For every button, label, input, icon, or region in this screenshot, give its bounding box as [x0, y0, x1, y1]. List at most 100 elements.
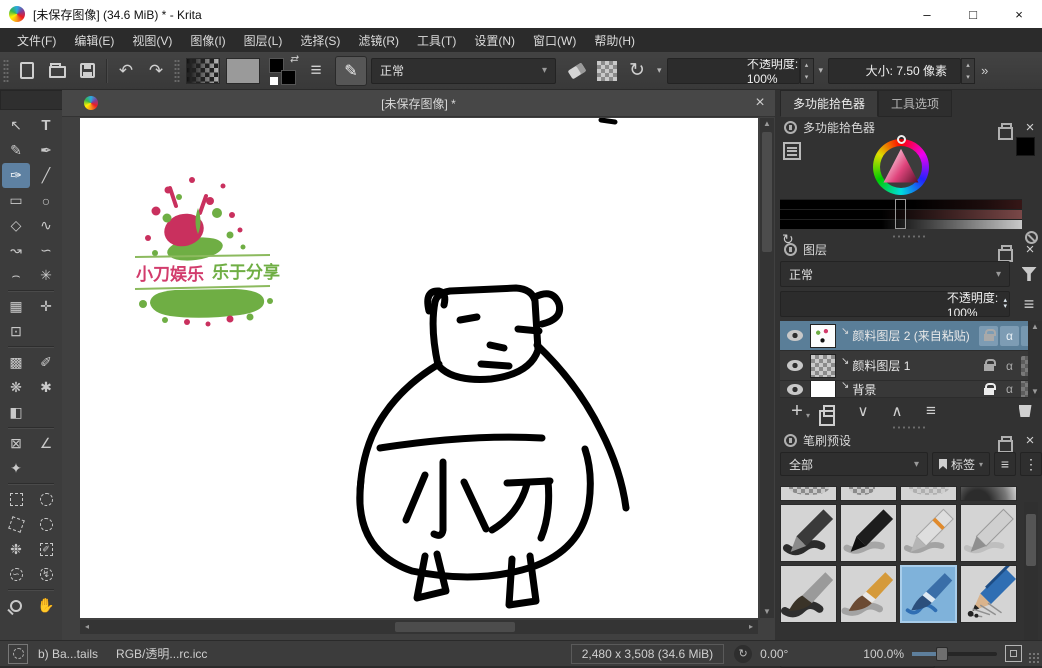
menu-tools[interactable]: 工具(T): [408, 28, 465, 52]
canvas-vertical-scrollbar[interactable]: ▲ ▼: [760, 118, 774, 618]
layer-name[interactable]: 背景: [852, 381, 979, 398]
alpha-lock-icon[interactable]: α: [1000, 326, 1019, 346]
brush-preset-marker-black[interactable]: [840, 504, 897, 562]
spin-up-icon[interactable]: ▴: [962, 59, 974, 71]
brush-preset-pen-silver[interactable]: [960, 504, 1017, 562]
preserve-alpha-button[interactable]: [592, 56, 622, 86]
selection-display-button[interactable]: [8, 644, 28, 664]
tool-bezier-select[interactable]: ∽: [2, 562, 30, 587]
tool-pattern-edit[interactable]: ❋: [2, 375, 30, 400]
canvas-rotation-icon[interactable]: ↻: [734, 645, 752, 663]
menu-edit[interactable]: 编辑(E): [65, 28, 123, 52]
menu-image[interactable]: 图像(I): [181, 28, 234, 52]
color-wheel[interactable]: [873, 139, 929, 195]
close-button[interactable]: ×: [996, 0, 1042, 28]
tool-smart-patch[interactable]: ✱: [32, 375, 60, 400]
brush-preset-ink-pen-dark[interactable]: [780, 504, 837, 562]
tool-transform[interactable]: ▦: [2, 294, 30, 319]
presets-menu-button[interactable]: ≡: [994, 452, 1016, 476]
tool-gradient[interactable]: ▩: [2, 350, 30, 375]
brush-size-slider[interactable]: 大小: 7.50 像素: [828, 58, 961, 84]
scroll-down-arrow[interactable]: ▼: [760, 606, 774, 618]
tag-button[interactable]: 标签 ▾: [932, 452, 990, 476]
delete-layer-button[interactable]: [1012, 398, 1038, 424]
tool-rect-select[interactable]: [2, 487, 30, 512]
move-layer-down-button[interactable]: ∨: [850, 398, 876, 424]
spin-down-icon[interactable]: ▾: [801, 71, 813, 83]
tool-fill[interactable]: ◧: [2, 400, 30, 425]
tool-ellipse[interactable]: ○: [32, 188, 60, 213]
scroll-up-arrow[interactable]: ▲: [1028, 321, 1042, 333]
maximize-button[interactable]: □: [950, 0, 996, 28]
inherit-alpha-icon[interactable]: [979, 356, 998, 376]
close-docker-icon[interactable]: ×: [1022, 119, 1038, 136]
tool-edit-shapes[interactable]: ✎: [2, 138, 30, 163]
layer-name[interactable]: 颜料图层 2 (来自粘贴): [852, 327, 979, 344]
spin-down-icon[interactable]: ▾: [962, 71, 974, 83]
canvas[interactable]: 小刀娱乐 乐于分享: [80, 118, 758, 618]
canvas-angle-value[interactable]: 0.00°: [760, 647, 788, 661]
undo-button[interactable]: ↶: [111, 56, 141, 86]
tool-multibrush[interactable]: ✳: [32, 263, 60, 288]
layer-filter-button[interactable]: [1016, 267, 1042, 281]
tool-polyline[interactable]: ∿: [32, 213, 60, 238]
new-document-button[interactable]: [12, 56, 42, 86]
brush-preset-eraser[interactable]: [840, 486, 897, 501]
layer-thumbnail[interactable]: [810, 381, 836, 398]
scroll-down-arrow[interactable]: ▼: [1028, 386, 1042, 398]
brush-preset-pen-silver-orange[interactable]: [900, 504, 957, 562]
inherit-alpha-icon[interactable]: [979, 326, 998, 346]
tool-contiguous-select[interactable]: ❉: [2, 537, 30, 562]
layer-row-background[interactable]: ↘ 背景 α: [780, 381, 1042, 398]
opacity-spinner[interactable]: ▴▾: [1003, 298, 1007, 310]
layer-blend-mode-dropdown[interactable]: 正常 ▾: [780, 261, 1010, 287]
toolbar-drag-handle[interactable]: [3, 59, 9, 83]
visibility-eye-icon[interactable]: [787, 384, 803, 395]
tab-tool-options[interactable]: 工具选项: [878, 90, 952, 117]
tool-polygon[interactable]: ◇: [2, 213, 30, 238]
float-docker-icon[interactable]: [1001, 436, 1012, 445]
toolbar-drag-handle[interactable]: [174, 59, 180, 83]
alpha-lock-icon[interactable]: α: [1000, 381, 1019, 398]
scroll-right-arrow[interactable]: ▸: [744, 620, 758, 634]
menu-layer[interactable]: 图层(L): [235, 28, 292, 52]
tool-freehand-select[interactable]: [32, 512, 60, 537]
current-color-swatch[interactable]: [1016, 137, 1035, 156]
edit-brush-settings-button[interactable]: ✎: [335, 56, 367, 86]
float-docker-icon[interactable]: [1001, 123, 1012, 132]
scroll-up-arrow[interactable]: ▲: [760, 118, 774, 130]
opacity-spinner[interactable]: ▴▾: [800, 58, 814, 84]
tool-polygon-select[interactable]: [2, 512, 30, 537]
redo-button[interactable]: ↷: [141, 56, 171, 86]
alpha-lock-icon[interactable]: α: [1000, 356, 1019, 376]
tool-move[interactable]: ✛: [32, 294, 60, 319]
zoom-slider[interactable]: [912, 652, 997, 656]
layer-opacity-slider[interactable]: 不透明度: 100% ▴▾: [780, 291, 1010, 317]
background-color-swatch[interactable]: [281, 70, 296, 85]
opacity-slider[interactable]: 不透明度: 100%: [667, 58, 800, 84]
presets-display-settings-button[interactable]: ⋮: [1020, 452, 1042, 476]
tool-ellipse-select[interactable]: [32, 487, 60, 512]
toolbox-tab[interactable]: [0, 90, 68, 110]
tool-select-shapes[interactable]: ↖: [2, 113, 30, 138]
eraser-mode-button[interactable]: [562, 56, 592, 86]
lock-docker-icon[interactable]: [784, 243, 797, 256]
foreground-background-colors[interactable]: ⇄: [267, 56, 297, 86]
zoom-slider-thumb[interactable]: [936, 647, 948, 661]
reload-preset-button[interactable]: ↻: [622, 56, 652, 86]
menu-select[interactable]: 选择(S): [291, 28, 349, 52]
menu-help[interactable]: 帮助(H): [585, 28, 644, 52]
open-document-button[interactable]: [42, 56, 72, 86]
brush-size-spinner[interactable]: ▴▾: [961, 58, 975, 84]
chevron-down-icon[interactable]: ▾: [819, 65, 824, 76]
brush-preset-airbrush-soft[interactable]: [960, 486, 1017, 501]
zoom-percwhile-value[interactable]: 100.0%: [863, 647, 904, 661]
layer-thumbnail[interactable]: [810, 354, 836, 378]
window-resize-grip[interactable]: [1028, 652, 1040, 664]
minimize-button[interactable]: –: [904, 0, 950, 28]
brush-tag-filter-dropdown[interactable]: 全部 ▾: [780, 452, 928, 476]
layer-name[interactable]: 颜料图层 1: [852, 357, 979, 374]
document-subwindow-titlebar[interactable]: [未保存图像] * ×: [62, 90, 775, 117]
tool-freehand-path[interactable]: ∽: [32, 238, 60, 263]
duplicate-layer-button[interactable]: [816, 398, 842, 424]
